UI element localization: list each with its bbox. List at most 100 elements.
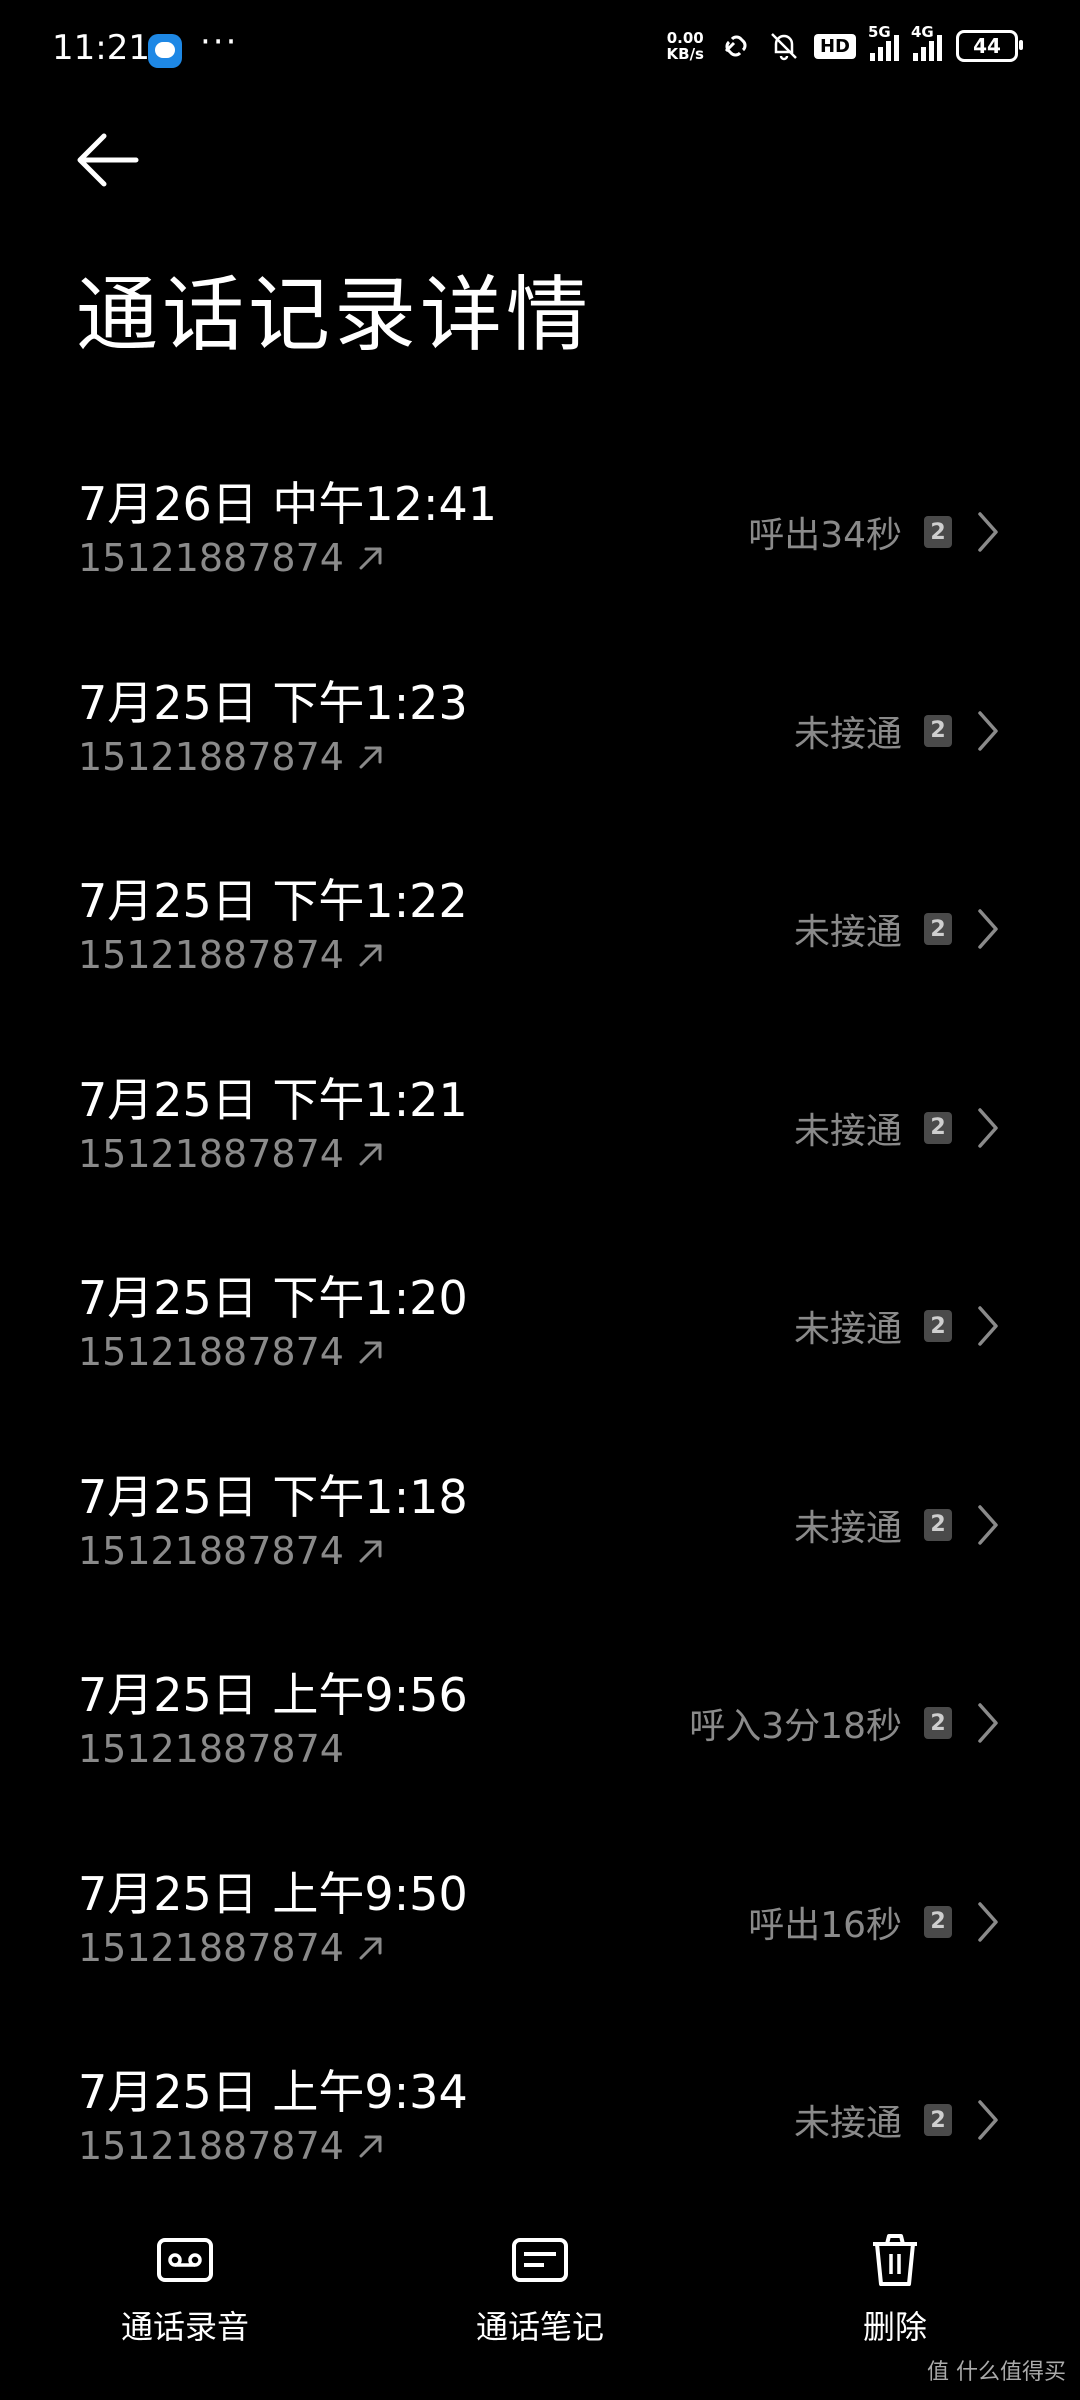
call-log-row[interactable]: 7月25日 下午1:18 15121887874 未接通 2 <box>0 1439 1080 1638</box>
call-number-group: 15121887874 <box>78 1132 386 1176</box>
call-datetime: 7月25日 下午1:22 <box>78 874 468 928</box>
call-notes-button[interactable]: 通话笔记 <box>430 2230 650 2348</box>
call-datetime: 7月25日 上午9:34 <box>78 2065 468 2119</box>
call-number: 15121887874 <box>78 2124 344 2168</box>
signal-strength-sim2-icon: 4G <box>911 23 942 61</box>
call-number-group: 15121887874 <box>78 933 386 977</box>
call-notes-label: 通话笔记 <box>475 2308 604 2346</box>
hd-badge: HD <box>813 33 856 59</box>
outgoing-call-arrow-icon <box>359 1937 382 1959</box>
call-number-group: 15121887874 <box>78 735 386 779</box>
recording-tape-icon <box>157 2238 213 2282</box>
call-info: 未接通 2 <box>794 1300 1002 1352</box>
link-icon <box>724 35 747 57</box>
sim-2-badge: 2 <box>924 1707 952 1739</box>
call-status: 呼入3分18秒 <box>689 1706 902 1747</box>
sim-2-badge: 2 <box>924 1508 952 1541</box>
signal-strength-sim1-icon: 5G <box>868 23 899 61</box>
call-number-group: 15121887874 <box>78 1330 386 1374</box>
call-number: 15121887874 <box>78 536 344 580</box>
call-log-row[interactable]: 7月25日 下午1:21 15121887874 未接通 2 <box>0 1042 1080 1241</box>
outgoing-call-arrow-icon <box>359 1143 382 1165</box>
watermark: 值 什么值得买 <box>927 2360 1066 2385</box>
page-title: 通话记录详情 <box>76 268 593 363</box>
call-number: 15121887874 <box>78 734 344 779</box>
outgoing-call-arrow-icon <box>359 1540 382 1562</box>
bottom-action-bar: 通话录音 通话笔记 删除 <box>0 2230 1080 2380</box>
call-log-row[interactable]: 7月25日 下午1:20 15121887874 未接通 2 <box>0 1240 1080 1439</box>
chevron-right-icon <box>978 1107 998 1148</box>
signal-sim2-label: 4G <box>911 23 934 41</box>
call-status: 未接通 <box>793 912 902 953</box>
status-time: 11:21 <box>52 28 150 68</box>
call-log-row[interactable]: 7月26日 中午12:41 15121887874 呼出34秒 2 <box>0 446 1080 645</box>
sim-2-badge: 2 <box>924 1905 952 1938</box>
call-datetime: 7月26日 中午12:41 <box>78 477 497 531</box>
call-info: 未接通 2 <box>794 1102 1002 1154</box>
network-speed-value: 0.00 <box>666 29 704 47</box>
delete-button[interactable]: 删除 <box>785 2230 1005 2348</box>
call-number: 15121887874 <box>78 1727 344 1771</box>
call-recording-button[interactable]: 通话录音 <box>75 2230 295 2348</box>
call-number-group: 15121887874 <box>78 2124 386 2168</box>
call-status: 未接通 <box>793 1507 902 1549</box>
call-log-row[interactable]: 7月25日 上午9:34 15121887874 未接通 2 <box>0 2034 1080 2233</box>
sim-2-badge: 2 <box>924 714 952 747</box>
chevron-right-icon <box>978 1703 998 1743</box>
call-log-row[interactable]: 7月25日 下午1:23 15121887874 未接通 2 <box>0 645 1080 844</box>
call-datetime: 7月25日 下午1:21 <box>78 1072 468 1127</box>
notes-icon <box>512 2238 568 2282</box>
call-number-group: 15121887874 <box>78 1529 386 1573</box>
more-notifications-icon: ··· <box>200 22 239 62</box>
call-info: 未接通 2 <box>794 705 1002 757</box>
status-bar: 11:21 ··· 0.00 KB/s HD 5G 4G 44 <box>0 0 1080 100</box>
call-info: 呼出16秒 2 <box>748 1896 1002 1948</box>
call-number: 15121887874 <box>78 933 344 977</box>
call-status: 呼出16秒 <box>748 1904 902 1946</box>
outgoing-call-arrow-icon <box>359 944 382 967</box>
call-info: 未接通 2 <box>794 2094 1002 2146</box>
call-info: 未接通 2 <box>794 903 1002 955</box>
sim-2-badge: 2 <box>924 1310 952 1342</box>
call-log-row[interactable]: 7月25日 上午9:56 15121887874 呼入3分18秒 2 <box>0 1637 1080 1836</box>
chevron-right-icon <box>978 512 998 552</box>
back-button[interactable] <box>70 122 146 198</box>
call-datetime: 7月25日 下午1:18 <box>78 1469 468 1524</box>
call-number: 15121887874 <box>78 1330 344 1374</box>
sim-2-badge: 2 <box>924 1111 952 1144</box>
chevron-right-icon <box>978 1306 998 1346</box>
network-speed-unit: KB/s <box>666 45 704 63</box>
chevron-right-icon <box>978 909 998 949</box>
call-recording-label: 通话录音 <box>120 2308 249 2346</box>
call-number: 15121887874 <box>78 1528 344 1573</box>
call-status: 未接通 <box>793 713 902 755</box>
network-speed: 0.00 KB/s <box>667 30 704 62</box>
back-arrow-icon <box>77 133 139 187</box>
battery-icon: 44 <box>956 30 1023 62</box>
call-info: 呼入3分18秒 2 <box>689 1697 1002 1749</box>
sim-2-badge: 2 <box>924 516 952 548</box>
call-log-list: 7月26日 中午12:41 15121887874 呼出34秒 2 7月25日 … <box>0 446 1080 2233</box>
chevron-right-icon <box>978 2100 998 2140</box>
call-status: 未接通 <box>793 1309 902 1350</box>
outgoing-call-arrow-icon <box>359 2135 382 2158</box>
call-datetime: 7月25日 下午1:20 <box>78 1271 468 1325</box>
call-number: 15121887874 <box>78 1131 344 1176</box>
trash-icon <box>873 2234 917 2286</box>
call-info: 未接通 2 <box>794 1499 1002 1551</box>
sim-2-badge: 2 <box>924 913 952 945</box>
call-info: 呼出34秒 2 <box>748 506 1002 558</box>
call-status: 未接通 <box>793 2103 902 2144</box>
outgoing-call-arrow-icon <box>359 547 382 570</box>
status-icons: 0.00 KB/s HD 5G 4G 44 <box>667 23 1023 62</box>
chevron-right-icon <box>978 1901 998 1942</box>
call-number-group: 15121887874 <box>78 536 386 580</box>
call-datetime: 7月25日 上午9:56 <box>78 1668 468 1722</box>
call-number: 15121887874 <box>78 1925 344 1970</box>
signal-sim1-label: 5G <box>868 23 891 41</box>
mute-bell-icon <box>771 33 797 61</box>
notification-app-icon <box>148 34 182 68</box>
call-log-row[interactable]: 7月25日 上午9:50 15121887874 呼出16秒 2 <box>0 1836 1080 2035</box>
call-log-row[interactable]: 7月25日 下午1:22 15121887874 未接通 2 <box>0 843 1080 1042</box>
call-datetime: 7月25日 上午9:50 <box>78 1866 468 1921</box>
